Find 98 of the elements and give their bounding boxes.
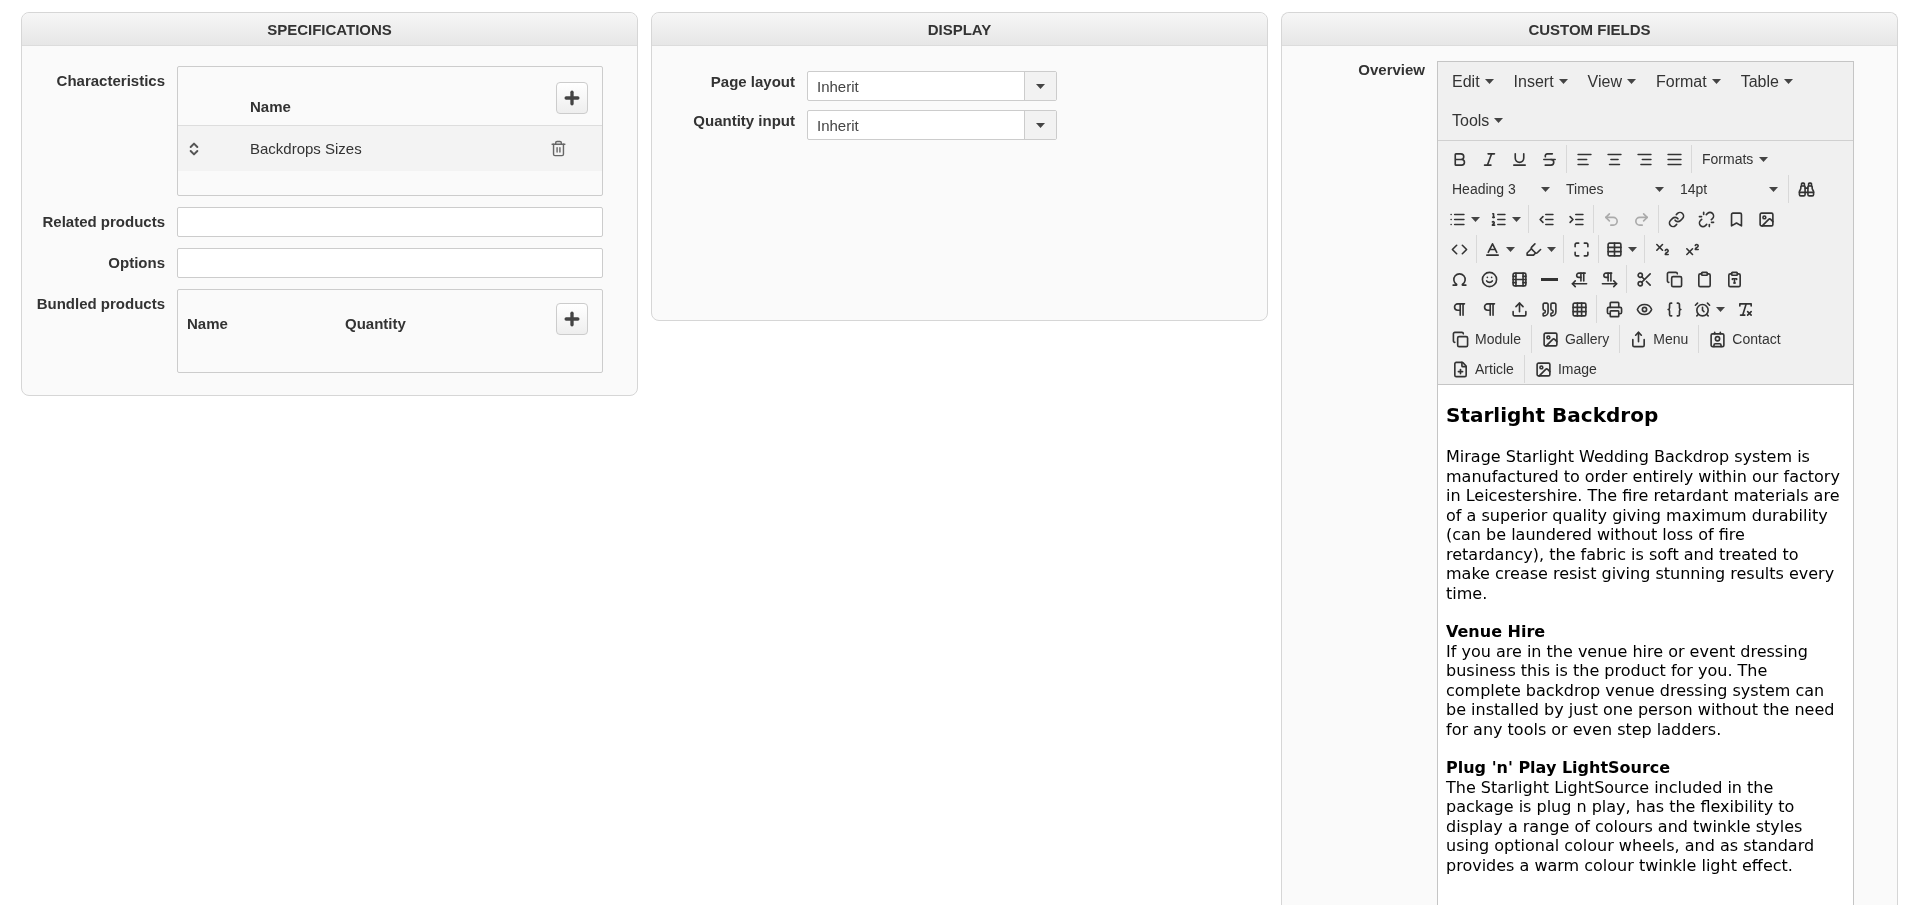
redo-icon xyxy=(1632,210,1650,228)
toolbar-select[interactable]: Heading 3 xyxy=(1444,175,1558,203)
toolbar-button[interactable]: Menu xyxy=(1622,325,1697,353)
content-paragraph: Mirage Starlight Wedding Backdrop system is manufactured to order entirely within our factory in Leicestershire. The fire retardant materials are of a superior quality giving maximum durability (can be laundered without loss of fire retardancy), the fabric is soft and treated to make crease resist giving stunning results every time. xyxy=(1446,447,1841,603)
unlink-icon xyxy=(1697,210,1715,228)
paste-icon xyxy=(1695,270,1713,288)
content-heading: Starlight Backdrop xyxy=(1446,403,1660,427)
content-paragraph: The Starlight LightSource included in the package is plug n play, has the flexibility to display a range of colours and twinkle styles using optional colour wheels, and as standard provides a warm colour twinkle light effect. xyxy=(1446,777,1816,875)
toolbar-button[interactable]: Gallery xyxy=(1533,325,1618,353)
caret-icon xyxy=(1759,156,1769,162)
caret-icon xyxy=(1471,216,1480,222)
menu-item[interactable]: View xyxy=(1579,68,1644,95)
print-icon xyxy=(1605,300,1623,318)
caret-icon xyxy=(1627,79,1636,84)
add-button[interactable] xyxy=(556,82,588,114)
select-field[interactable]: Inherit xyxy=(807,110,1057,140)
clear-format-icon xyxy=(1736,300,1754,318)
input-field[interactable] xyxy=(177,248,603,278)
caret-icon xyxy=(1484,79,1494,84)
content-paragraph: If you are in the venue hire or event dressing business this is the product for you. The complete backdrop venue dressing system can be installed by just one person without the need for any tools or even step ladders. xyxy=(1446,641,1836,739)
field-label: Quantity input xyxy=(692,111,795,129)
select-field[interactable]: Inherit xyxy=(807,71,1057,101)
toolbar-select[interactable]: Times xyxy=(1558,175,1672,203)
toolbar-button[interactable]: Image xyxy=(1526,355,1605,383)
caret-icon xyxy=(1628,246,1637,252)
paste-text-icon xyxy=(1725,270,1743,288)
underline-icon xyxy=(1510,150,1528,168)
caret-icon xyxy=(1711,79,1721,84)
undo-icon xyxy=(1602,210,1620,228)
contact-icon xyxy=(1709,330,1727,348)
input-field[interactable] xyxy=(177,207,603,237)
panel-title: SPECIFICATIONS xyxy=(267,20,392,38)
column-header: Name xyxy=(250,98,291,117)
caret-icon xyxy=(1655,186,1664,192)
toolbar-button[interactable]: Module xyxy=(1444,325,1529,353)
caret-icon xyxy=(1558,79,1568,84)
field-label: Characteristics xyxy=(55,71,165,89)
quote-icon xyxy=(1540,300,1558,318)
field-label: Related products xyxy=(41,212,165,230)
omega-icon xyxy=(1450,270,1468,288)
pilcrow-left-icon xyxy=(1570,270,1588,288)
numbered-list-icon xyxy=(1490,210,1507,228)
caret-icon xyxy=(1036,122,1045,128)
gallery-icon xyxy=(1541,330,1559,348)
alarm-clock-icon xyxy=(1694,300,1711,318)
menu-item[interactable]: Tools xyxy=(1444,107,1512,134)
caret-icon xyxy=(1541,186,1550,192)
panel-title: DISPLAY xyxy=(927,20,992,38)
panel-title: CUSTOM FIELDS xyxy=(1528,20,1651,38)
strikethrough-icon xyxy=(1540,150,1558,168)
link-icon xyxy=(1667,210,1685,228)
caret-icon xyxy=(1769,186,1778,192)
table-icon xyxy=(1606,240,1623,258)
toolbar-button[interactable]: Contact xyxy=(1701,325,1789,353)
caret-icon xyxy=(1494,118,1504,123)
section-heading: Venue Hire xyxy=(1446,622,1547,642)
caret-icon xyxy=(1783,79,1793,84)
copy-icon xyxy=(1665,270,1683,288)
plus-icon xyxy=(562,309,582,329)
smiley-icon xyxy=(1480,270,1498,288)
caret-icon xyxy=(1547,246,1556,252)
section-heading: Plug 'n' Play LightSource xyxy=(1446,758,1672,778)
text-color-icon xyxy=(1484,240,1501,258)
plus-icon xyxy=(562,88,582,108)
pilcrow-right-icon xyxy=(1600,270,1618,288)
delete-icon[interactable] xyxy=(550,140,567,157)
formats-menu[interactable]: Formats xyxy=(1694,145,1777,173)
menu-item[interactable]: Table xyxy=(1732,68,1801,95)
image-icon xyxy=(1534,360,1552,378)
caret-icon xyxy=(1506,246,1515,252)
caret-icon xyxy=(1036,83,1045,89)
module-icon xyxy=(1452,330,1469,348)
cut-icon xyxy=(1635,270,1653,288)
grid-icon xyxy=(1570,300,1588,318)
share-icon xyxy=(1630,330,1648,348)
file-plus-icon xyxy=(1452,360,1469,378)
fullscreen-icon xyxy=(1572,240,1590,258)
caret-icon xyxy=(1716,306,1725,312)
table-cell-text: Backdrops Sizes xyxy=(250,140,363,157)
caret-icon xyxy=(1512,216,1521,222)
column-header: Name xyxy=(187,314,229,332)
menu-item[interactable]: Format xyxy=(1648,68,1729,95)
film-icon xyxy=(1510,270,1528,288)
toolbar-select[interactable]: 14pt xyxy=(1672,175,1786,203)
toolbar-button[interactable]: Article xyxy=(1444,355,1522,383)
field-label: Bundled products xyxy=(35,294,165,312)
field-label: Page layout xyxy=(709,72,795,90)
field-label: Options xyxy=(107,253,165,271)
image-icon xyxy=(1757,210,1775,228)
column-header: Quantity xyxy=(345,314,406,332)
field-label: Overview xyxy=(1357,61,1425,80)
upload-icon xyxy=(1510,300,1528,318)
menu-item[interactable]: Edit xyxy=(1444,68,1502,95)
add-button[interactable] xyxy=(556,303,588,335)
braces-icon xyxy=(1665,300,1683,318)
binoculars-icon xyxy=(1797,180,1815,198)
highlight-icon xyxy=(1525,240,1542,258)
menu-item[interactable]: Insert xyxy=(1505,68,1576,95)
